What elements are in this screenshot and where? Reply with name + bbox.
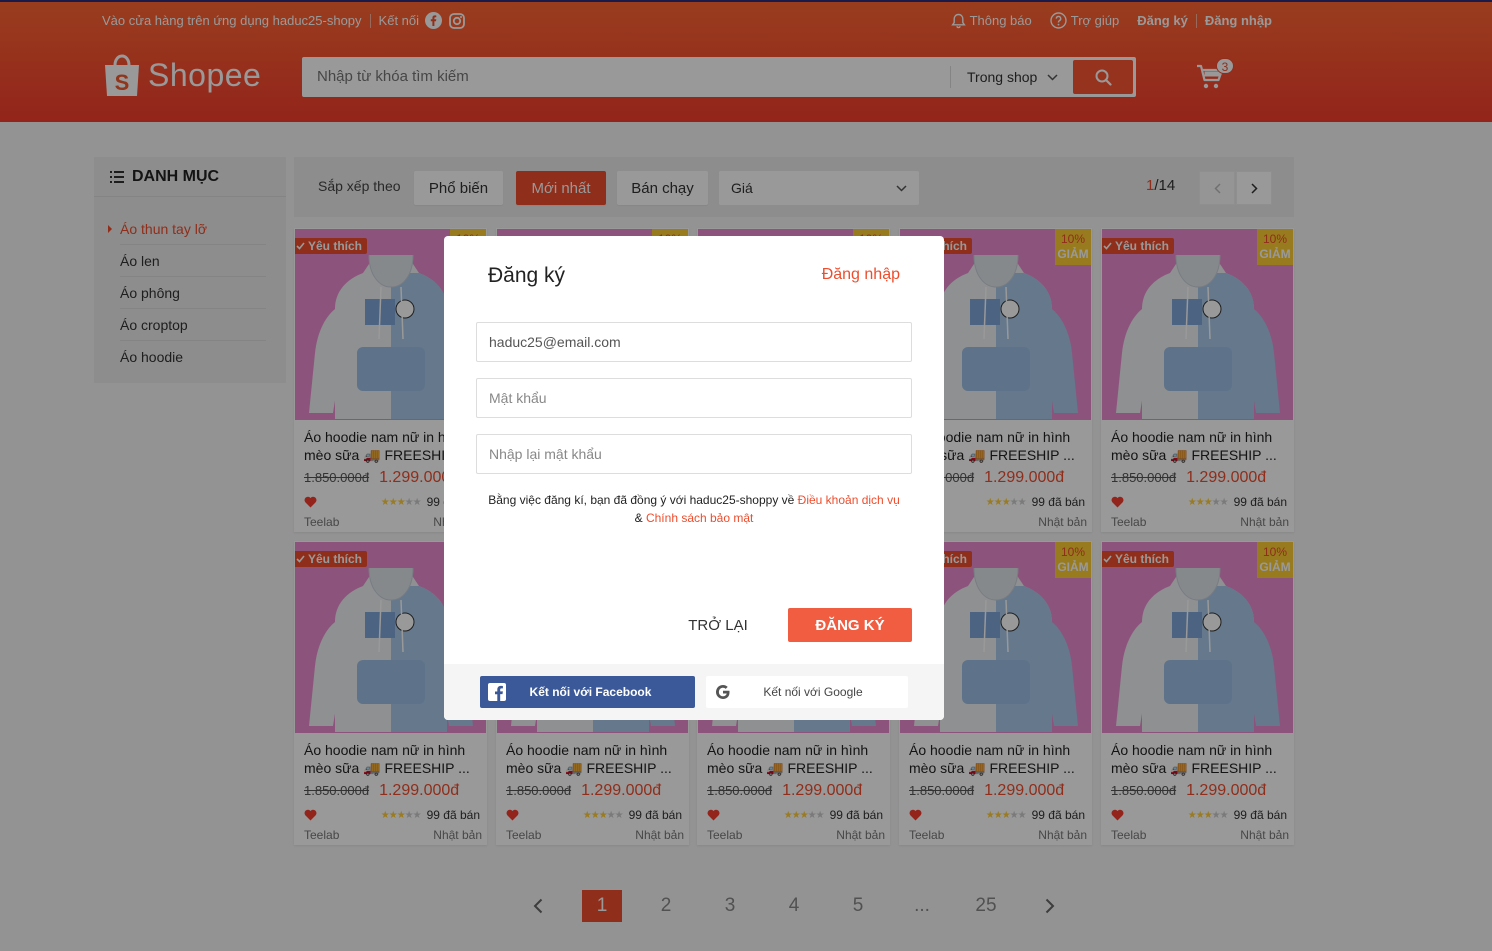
- facebook-icon: [488, 683, 506, 701]
- signup-submit-button[interactable]: ĐĂNG KÝ: [788, 608, 912, 642]
- terms-prefix: Bằng việc đăng kí, bạn đã đồng ý với had…: [488, 493, 795, 507]
- terms-of-service-link[interactable]: Điều khoản dịch vụ: [798, 493, 900, 507]
- facebook-connect-button[interactable]: Kết nối với Facebook: [480, 676, 695, 708]
- confirm-password-field[interactable]: [476, 434, 912, 474]
- terms-and: &: [634, 511, 643, 525]
- google-connect-label: Kết nối với Google: [763, 685, 863, 699]
- signup-modal: Đăng ký Đăng nhập Bằng việc đăng kí, bạn…: [444, 236, 944, 720]
- google-icon: [716, 685, 730, 699]
- facebook-connect-label: Kết nối với Facebook: [529, 685, 652, 699]
- email-field[interactable]: [476, 322, 912, 362]
- switch-to-login-link[interactable]: Đăng nhập: [822, 266, 900, 284]
- social-login-area: Kết nối với Facebook Kết nối với Google: [444, 664, 944, 720]
- modal-title: Đăng ký: [488, 264, 566, 287]
- google-connect-button[interactable]: Kết nối với Google: [706, 676, 908, 708]
- password-field[interactable]: [476, 378, 912, 418]
- privacy-policy-link[interactable]: Chính sách bảo mật: [646, 511, 753, 525]
- back-button[interactable]: TRỞ LẠI: [674, 608, 762, 642]
- terms-text: Bằng việc đăng kí, bạn đã đồng ý với had…: [476, 491, 912, 527]
